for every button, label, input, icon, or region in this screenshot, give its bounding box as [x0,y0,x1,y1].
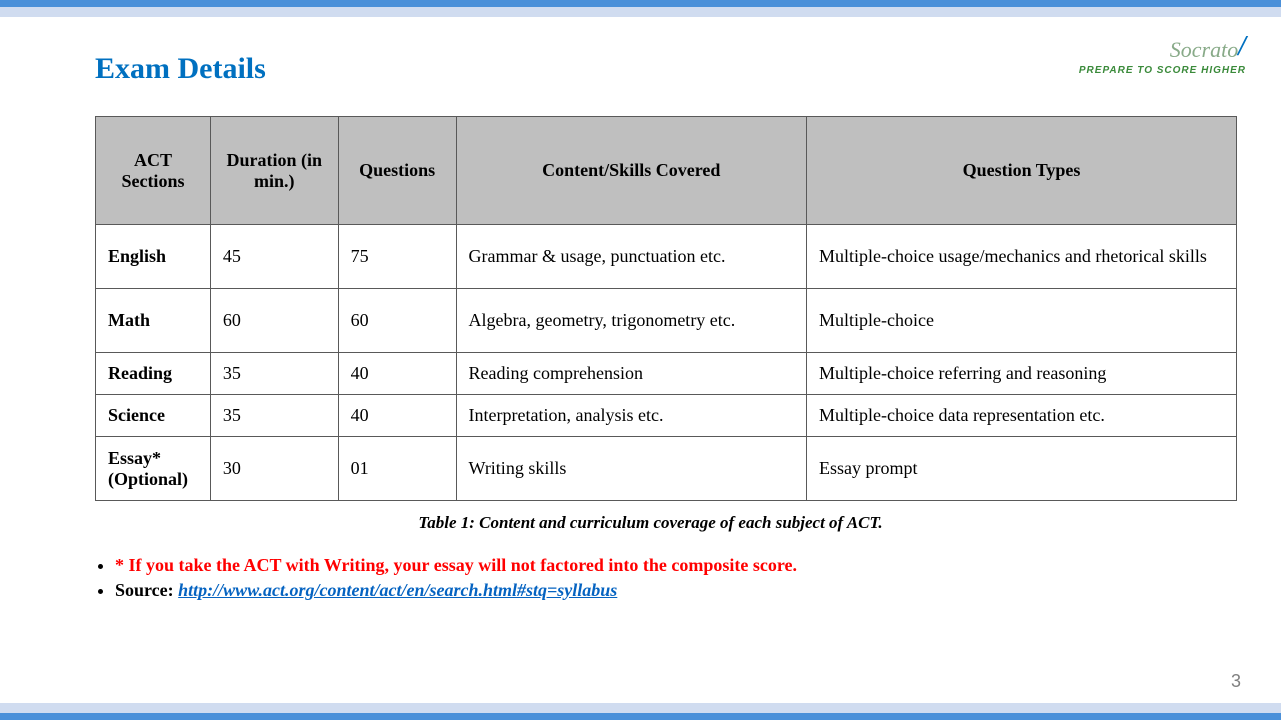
bottom-accent-bar [0,713,1281,720]
table-header-row: ACT Sections Duration (in min.) Question… [96,117,1237,225]
cell-types: Multiple-choice data representation etc. [807,395,1237,437]
cell-content: Writing skills [456,437,806,501]
th-duration: Duration (in min.) [210,117,338,225]
notes-list: * If you take the ACT with Writing, your… [95,555,1206,601]
table-row: Essay* (Optional)3001Writing skillsEssay… [96,437,1237,501]
page-title: Exam Details [95,52,1206,86]
cell-duration: 45 [210,225,338,289]
cell-content: Grammar & usage, punctuation etc. [456,225,806,289]
cell-questions: 01 [338,437,456,501]
th-questions: Questions [338,117,456,225]
table-row: Math6060Algebra, geometry, trigonometry … [96,289,1237,353]
cell-questions: 60 [338,289,456,353]
top-accent-bar-light [0,7,1281,17]
cell-types: Multiple-choice usage/mechanics and rhet… [807,225,1237,289]
cell-section: Math [96,289,211,353]
note-warning: * If you take the ACT with Writing, your… [115,555,1206,576]
cell-content: Algebra, geometry, trigonometry etc. [456,289,806,353]
cell-questions: 40 [338,353,456,395]
table-row: Reading3540Reading comprehensionMultiple… [96,353,1237,395]
cell-section: Essay* (Optional) [96,437,211,501]
cell-questions: 75 [338,225,456,289]
cell-duration: 35 [210,353,338,395]
th-sections: ACT Sections [96,117,211,225]
cell-duration: 60 [210,289,338,353]
note-source: Source: http://www.act.org/content/act/e… [115,580,1206,601]
cell-questions: 40 [338,395,456,437]
cell-section: English [96,225,211,289]
top-accent-bar [0,0,1281,7]
cell-duration: 30 [210,437,338,501]
bottom-accent-bar-light [0,703,1281,713]
table-caption: Table 1: Content and curriculum coverage… [95,513,1206,533]
cell-types: Multiple-choice [807,289,1237,353]
exam-table: ACT Sections Duration (in min.) Question… [95,116,1237,501]
cell-types: Multiple-choice referring and reasoning [807,353,1237,395]
page-number: 3 [1231,671,1241,692]
cell-section: Reading [96,353,211,395]
th-types: Question Types [807,117,1237,225]
cell-duration: 35 [210,395,338,437]
cell-section: Science [96,395,211,437]
th-content: Content/Skills Covered [456,117,806,225]
table-row: Science3540Interpretation, analysis etc.… [96,395,1237,437]
source-link[interactable]: http://www.act.org/content/act/en/search… [178,580,617,600]
cell-content: Reading comprehension [456,353,806,395]
cell-content: Interpretation, analysis etc. [456,395,806,437]
cell-types: Essay prompt [807,437,1237,501]
table-row: English4575Grammar & usage, punctuation … [96,225,1237,289]
